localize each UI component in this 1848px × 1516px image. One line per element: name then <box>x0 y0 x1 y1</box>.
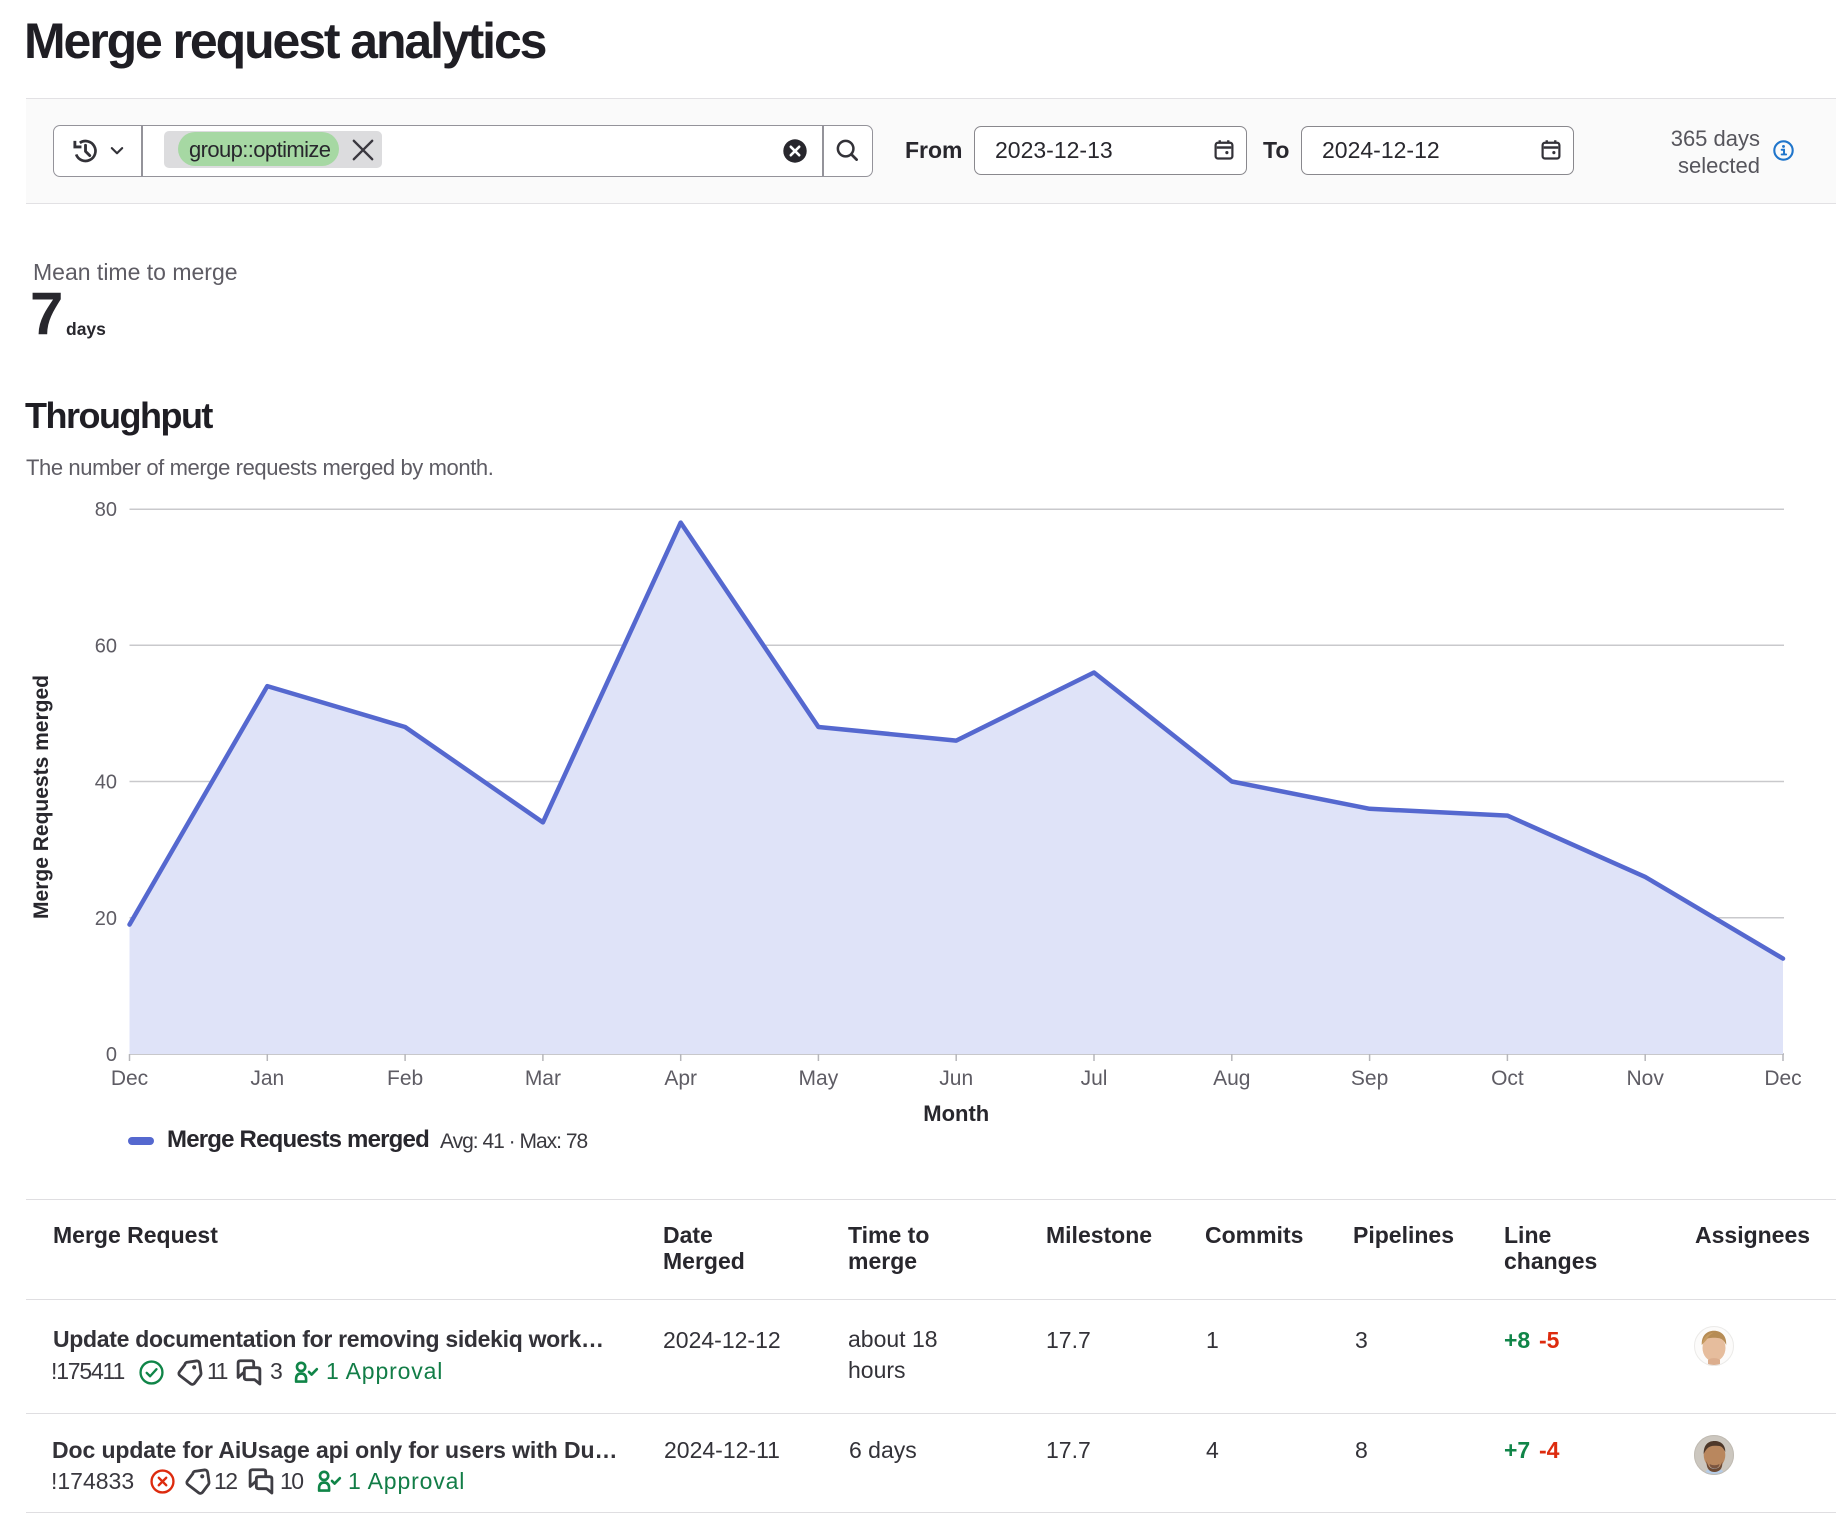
svg-text:60: 60 <box>95 635 117 657</box>
svg-text:40: 40 <box>95 772 117 794</box>
svg-text:Aug: Aug <box>1213 1067 1250 1090</box>
svg-text:Merge Requests merged: Merge Requests merged <box>30 675 53 919</box>
svg-text:Month: Month <box>923 1101 989 1126</box>
svg-text:Nov: Nov <box>1627 1067 1665 1090</box>
svg-text:Oct: Oct <box>1491 1067 1524 1090</box>
svg-text:20: 20 <box>95 908 117 930</box>
svg-text:Jul: Jul <box>1081 1067 1108 1090</box>
svg-text:Dec: Dec <box>1764 1067 1801 1090</box>
svg-text:Apr: Apr <box>664 1067 697 1090</box>
svg-text:Feb: Feb <box>387 1067 423 1090</box>
svg-text:Jun: Jun <box>939 1067 973 1090</box>
svg-text:May: May <box>799 1067 839 1090</box>
svg-text:Dec: Dec <box>111 1067 148 1090</box>
svg-text:Sep: Sep <box>1351 1067 1388 1090</box>
svg-text:Mar: Mar <box>525 1067 561 1090</box>
svg-text:0: 0 <box>106 1044 117 1066</box>
svg-text:80: 80 <box>95 499 117 521</box>
svg-text:Jan: Jan <box>250 1067 284 1090</box>
